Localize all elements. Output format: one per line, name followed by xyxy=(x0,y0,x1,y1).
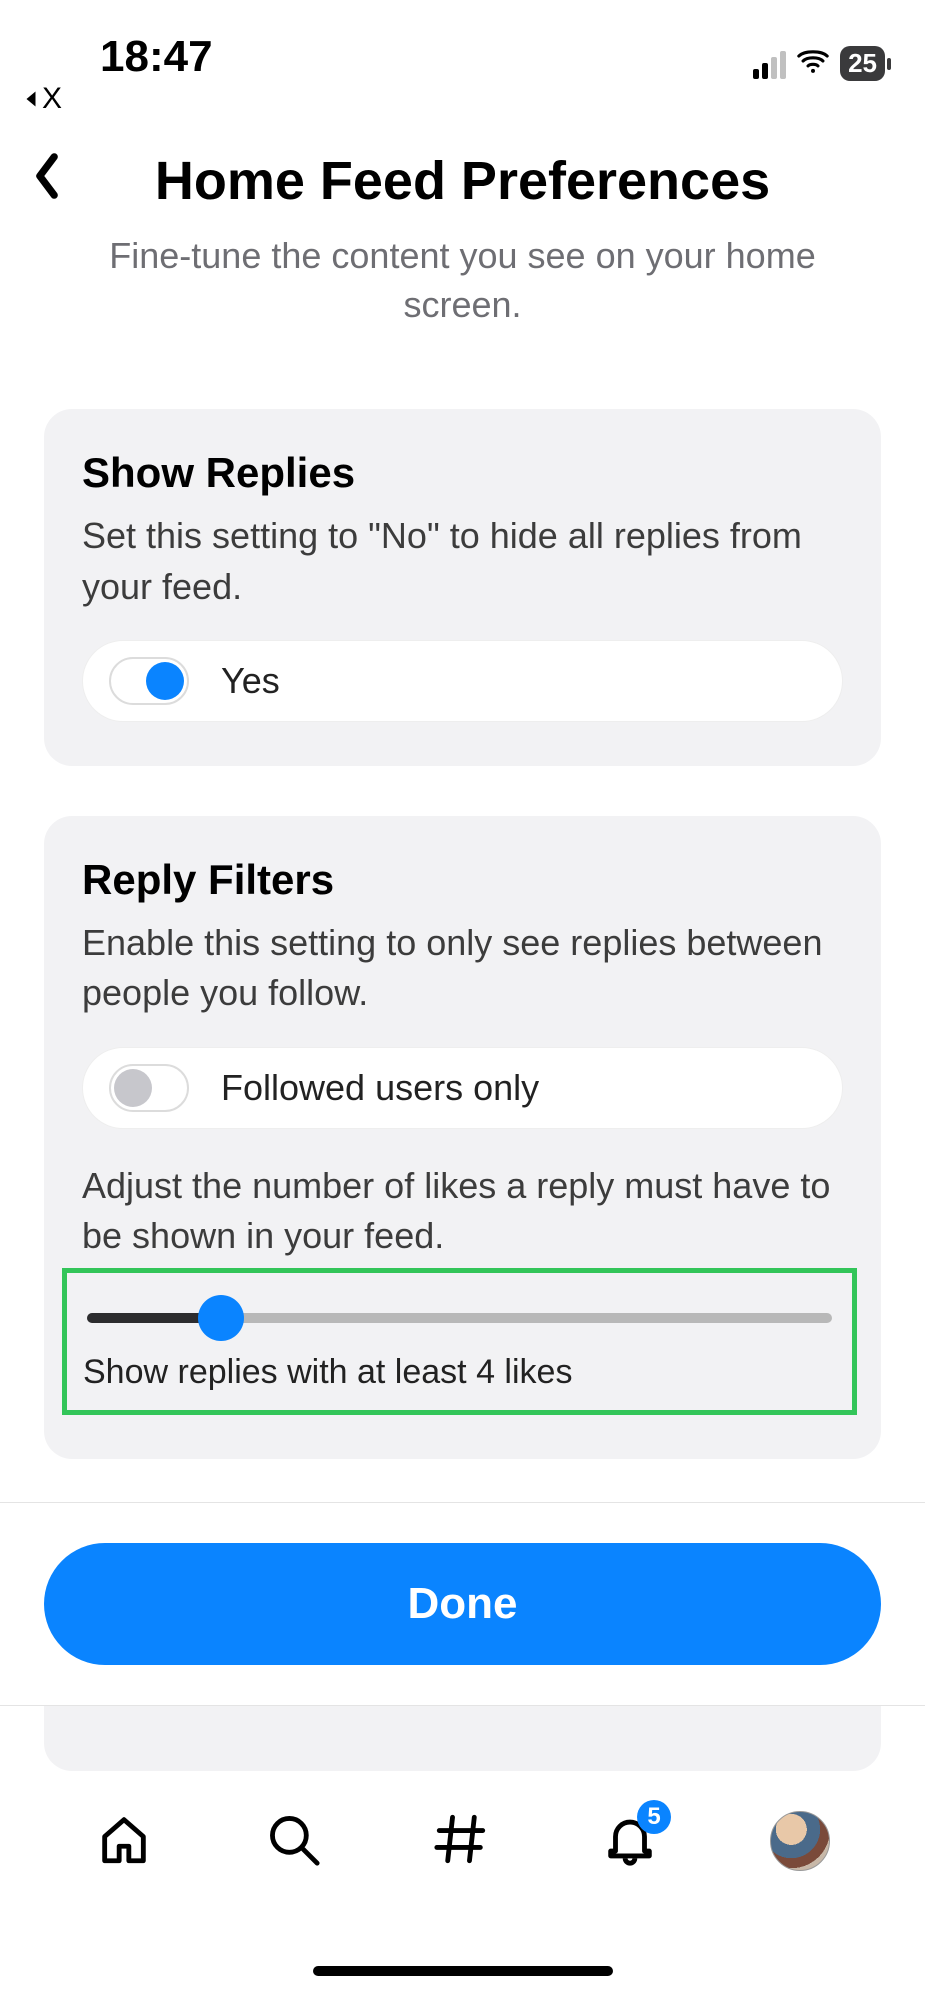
likes-threshold-caption: Show replies with at least 4 likes xyxy=(83,1353,836,1392)
slider-thumb[interactable] xyxy=(198,1295,244,1341)
show-replies-toggle-row[interactable]: Yes xyxy=(82,640,843,722)
tab-home[interactable] xyxy=(95,1810,153,1873)
show-replies-card: Show Replies Set this setting to "No" to… xyxy=(44,409,881,766)
cellular-signal-icon xyxy=(753,49,786,79)
status-time: 18:47 xyxy=(100,32,213,82)
followed-only-toggle[interactable] xyxy=(109,1064,189,1112)
tab-bar: 5 xyxy=(0,1776,925,1906)
battery-indicator: 25 xyxy=(840,46,885,81)
show-replies-desc: Set this setting to "No" to hide all rep… xyxy=(82,511,843,612)
reply-filters-title: Reply Filters xyxy=(82,856,843,904)
likes-threshold-slider[interactable] xyxy=(87,1313,832,1323)
followed-only-toggle-row[interactable]: Followed users only xyxy=(82,1047,843,1129)
show-replies-toggle[interactable] xyxy=(109,657,189,705)
tab-profile[interactable] xyxy=(770,1811,830,1871)
page-header: Home Feed Preferences Fine-tune the cont… xyxy=(0,110,925,349)
tab-feeds[interactable] xyxy=(432,1810,490,1873)
followed-only-toggle-label: Followed users only xyxy=(221,1067,539,1109)
tab-search[interactable] xyxy=(264,1810,322,1873)
reply-filters-card: Reply Filters Enable this setting to onl… xyxy=(44,816,881,1459)
likes-threshold-highlight: Show replies with at least 4 likes xyxy=(62,1268,857,1415)
status-right: 25 xyxy=(753,44,885,83)
wifi-icon xyxy=(796,44,830,83)
done-button[interactable]: Done xyxy=(44,1543,881,1665)
home-indicator[interactable] xyxy=(313,1966,613,1976)
reply-filters-desc: Enable this setting to only see replies … xyxy=(82,918,843,1019)
tab-notifications[interactable]: 5 xyxy=(601,1810,659,1873)
page-subtitle: Fine-tune the content you see on your ho… xyxy=(30,232,895,329)
notifications-badge: 5 xyxy=(637,1800,671,1834)
likes-threshold-desc: Adjust the number of likes a reply must … xyxy=(82,1161,843,1262)
status-bar: 18:47 25 X xyxy=(0,0,925,110)
show-replies-toggle-label: Yes xyxy=(221,660,280,702)
avatar xyxy=(770,1811,830,1871)
show-replies-title: Show Replies xyxy=(82,449,843,497)
back-button[interactable] xyxy=(32,152,62,205)
page-title: Home Feed Preferences xyxy=(30,150,895,212)
done-bar: Done xyxy=(0,1502,925,1706)
